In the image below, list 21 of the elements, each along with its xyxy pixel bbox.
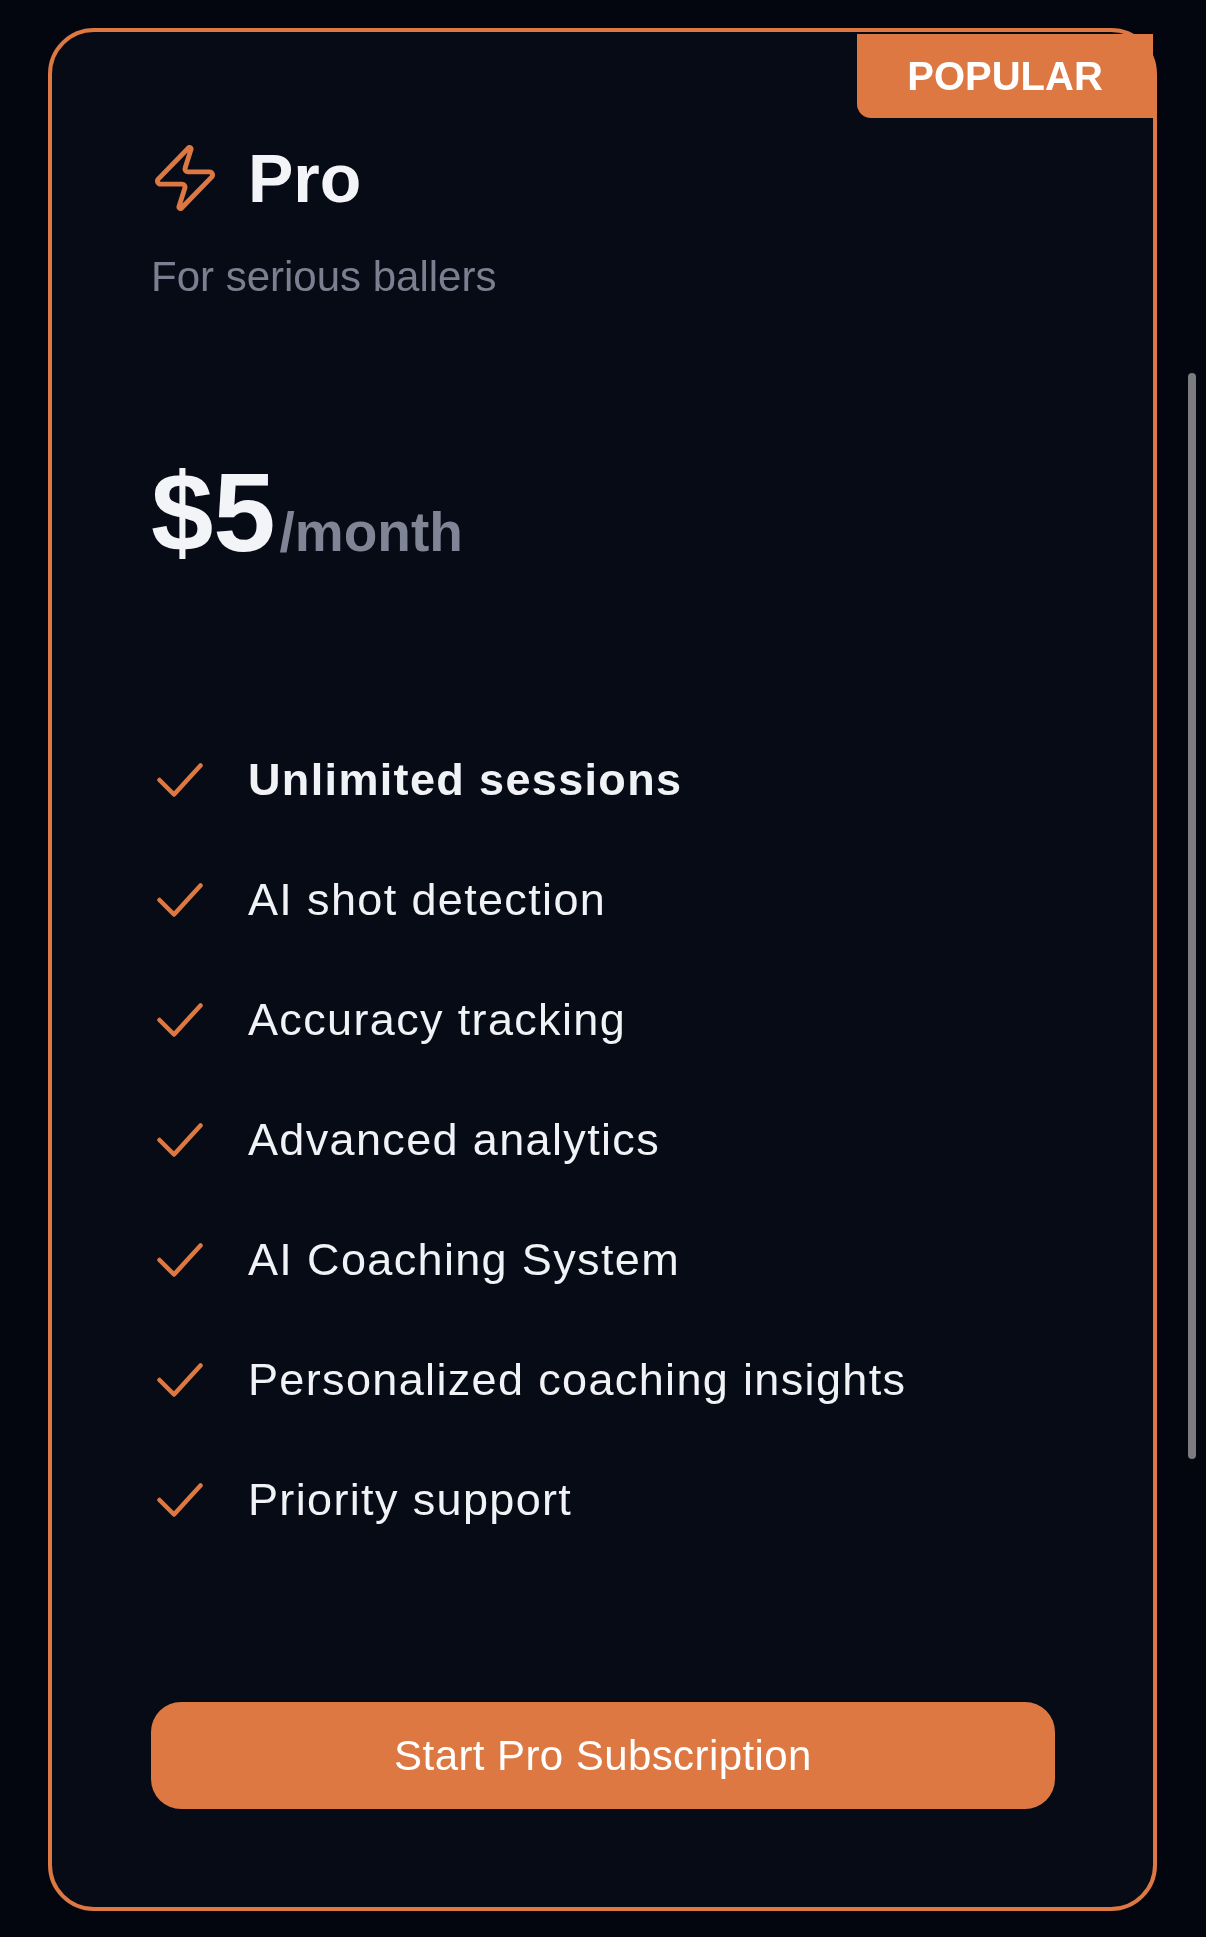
check-icon [157,883,203,917]
feature-text: Personalized coaching insights [248,1353,907,1407]
check-icon [157,1483,203,1517]
feature-text: Accuracy tracking [248,993,627,1047]
feature-text: Priority support [248,1473,573,1527]
price-amount: $5 [151,457,276,569]
popular-badge: POPULAR [857,34,1153,118]
check-icon [157,1363,203,1397]
check-icon [157,1123,203,1157]
subscribe-button[interactable]: Start Pro Subscription [151,1702,1055,1809]
lightning-bolt-icon [155,145,215,211]
price-period: /month [279,502,463,562]
feature-text: Unlimited sessions [248,753,683,807]
plan-name: Pro [248,145,362,211]
check-icon [157,763,203,797]
plan-tagline: For serious ballers [151,252,498,302]
check-icon [157,1243,203,1277]
feature-text: AI shot detection [248,873,607,927]
feature-text: AI Coaching System [248,1233,680,1287]
feature-text: Advanced analytics [248,1113,661,1167]
check-icon [157,1003,203,1037]
